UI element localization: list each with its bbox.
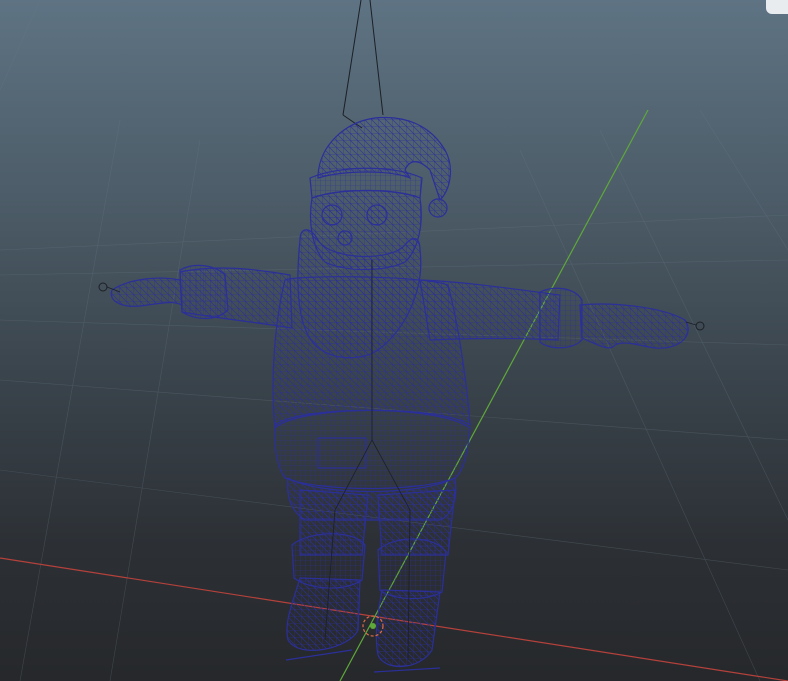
right-eye-mesh	[366, 204, 388, 226]
hat-pompom-mesh	[428, 198, 448, 218]
nose-mesh	[337, 230, 353, 246]
left-eye-mesh	[321, 204, 343, 226]
left-mitten-mesh	[110, 277, 183, 307]
right-mitten-mesh	[579, 303, 689, 349]
left-cuff-mesh	[179, 264, 229, 320]
view-cube-icon[interactable]	[766, 0, 788, 14]
3d-viewport[interactable]	[0, 0, 788, 681]
right-arm-mesh	[419, 279, 561, 341]
viewport-scene[interactable]	[0, 0, 788, 681]
right-blade-mesh	[373, 667, 441, 673]
rig-control-lines	[342, 0, 384, 129]
right-cuff-mesh	[539, 287, 583, 349]
left-boot-mesh	[286, 577, 361, 651]
left-blade-mesh	[285, 649, 353, 661]
